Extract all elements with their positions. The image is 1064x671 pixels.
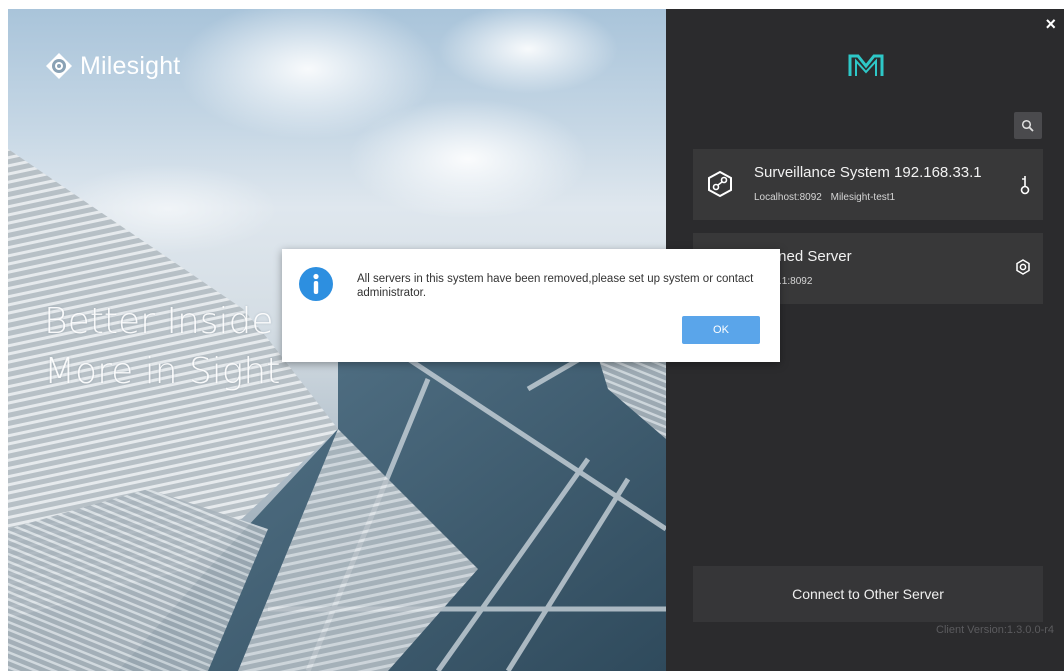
search-button[interactable] xyxy=(1014,112,1042,139)
close-button[interactable]: × xyxy=(1045,15,1056,33)
ok-button[interactable]: OK xyxy=(682,316,760,344)
milesight-logo-icon xyxy=(46,53,72,79)
slogan: Better Inside More in Sight xyxy=(44,297,280,397)
network-cube-icon xyxy=(708,170,732,198)
gear-icon[interactable] xyxy=(1015,259,1031,275)
dialog-message: All servers in this system have been rem… xyxy=(357,273,754,299)
info-glyph-icon xyxy=(313,273,319,294)
server-host: Localhost:8092 xyxy=(754,192,822,203)
search-icon xyxy=(1021,119,1034,132)
server-user: Milesight-test1 xyxy=(830,192,896,203)
server-card[interactable]: Surveillance System 192.168.33.1 Localho… xyxy=(693,149,1043,220)
server-details: Localhost:8092 Milesight-test1 xyxy=(754,192,901,203)
info-icon xyxy=(299,267,333,301)
brand-name: Milesight xyxy=(80,51,181,80)
client-version: Client Version:1.3.0.0-r4 xyxy=(936,624,1055,636)
connect-other-server-button[interactable]: Connect to Other Server xyxy=(693,566,1043,622)
brand-logo: Milesight xyxy=(44,51,180,81)
slogan-line1: Better Inside xyxy=(44,301,274,342)
m-logo-icon xyxy=(848,54,884,76)
key-icon[interactable] xyxy=(1019,175,1031,195)
slogan-line2: More in Sight xyxy=(44,351,281,392)
info-dialog: All servers in this system have been rem… xyxy=(282,249,780,362)
server-title: Surveillance System 192.168.33.1 xyxy=(754,164,982,181)
